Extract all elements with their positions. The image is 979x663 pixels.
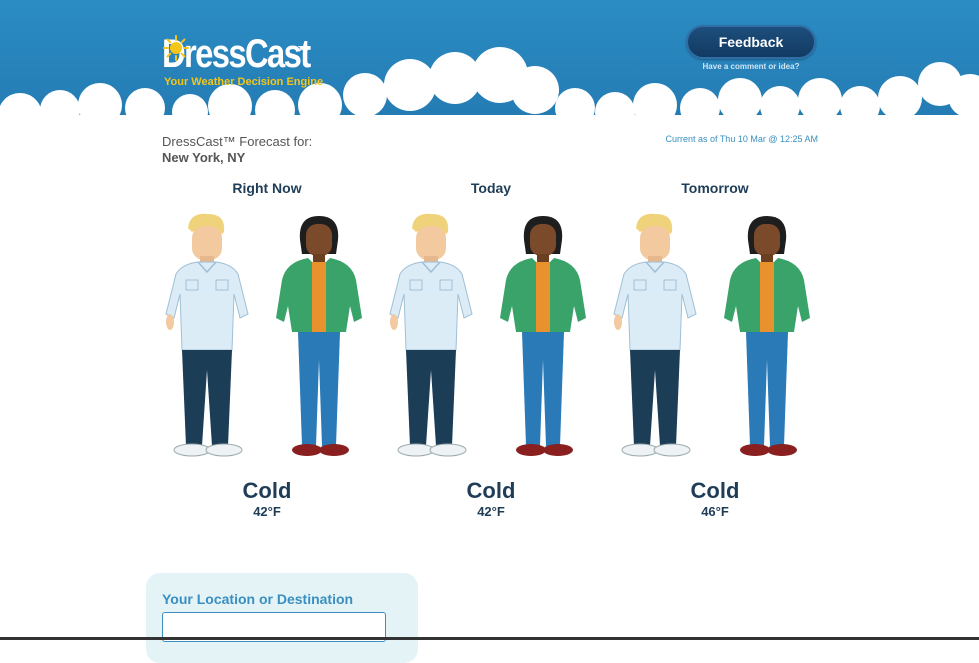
sun-icon — [163, 35, 189, 61]
outfit-figures — [162, 210, 372, 470]
woman-figure — [274, 210, 364, 475]
woman-figure-illustration — [500, 216, 586, 456]
forecast-city: New York, NY — [162, 150, 246, 165]
woman-figure — [722, 210, 812, 475]
period-title: Tomorrow — [681, 180, 749, 196]
man-figure-illustration — [165, 213, 249, 457]
location-panel: Your Location or Destination — [146, 573, 418, 663]
period-condition: Cold — [242, 478, 292, 503]
current-as-of-timestamp: Current as of Thu 10 Mar @ 12:25 AM — [665, 134, 818, 144]
feedback-button[interactable]: Feedback — [686, 25, 816, 59]
outfit-figures — [610, 210, 820, 470]
period-condition: Cold — [466, 478, 516, 503]
period-title: Right Now — [232, 180, 302, 196]
woman-figure-illustration — [276, 216, 362, 456]
period-temperature: 42°F — [477, 504, 505, 519]
header-banner: DressCast TM Your Weather Decision Engin… — [0, 0, 979, 135]
man-figure — [162, 210, 262, 475]
feedback-comment-link[interactable]: Have a comment or idea? — [688, 62, 814, 71]
period-title: Today — [470, 180, 512, 196]
period-temperature: 42°F — [253, 504, 281, 519]
man-figure — [386, 210, 486, 475]
forecast-label: DressCast™ Forecast for: — [162, 134, 313, 149]
dresscast-logo[interactable]: DressCast TM Your Weather Decision Engin… — [162, 34, 342, 94]
period-condition: Cold — [690, 478, 740, 503]
man-figure-illustration — [389, 213, 473, 457]
logo-trademark: TM — [298, 46, 309, 53]
logo-tagline: Your Weather Decision Engine — [164, 76, 324, 88]
period-temperature: 46°F — [701, 504, 729, 519]
woman-figure-illustration — [724, 216, 810, 456]
man-figure — [610, 210, 710, 475]
woman-figure — [498, 210, 588, 475]
cloud-banner — [0, 0, 979, 135]
man-figure-illustration — [613, 213, 697, 457]
location-title: Your Location or Destination — [162, 591, 354, 607]
outfit-figures — [386, 210, 596, 470]
